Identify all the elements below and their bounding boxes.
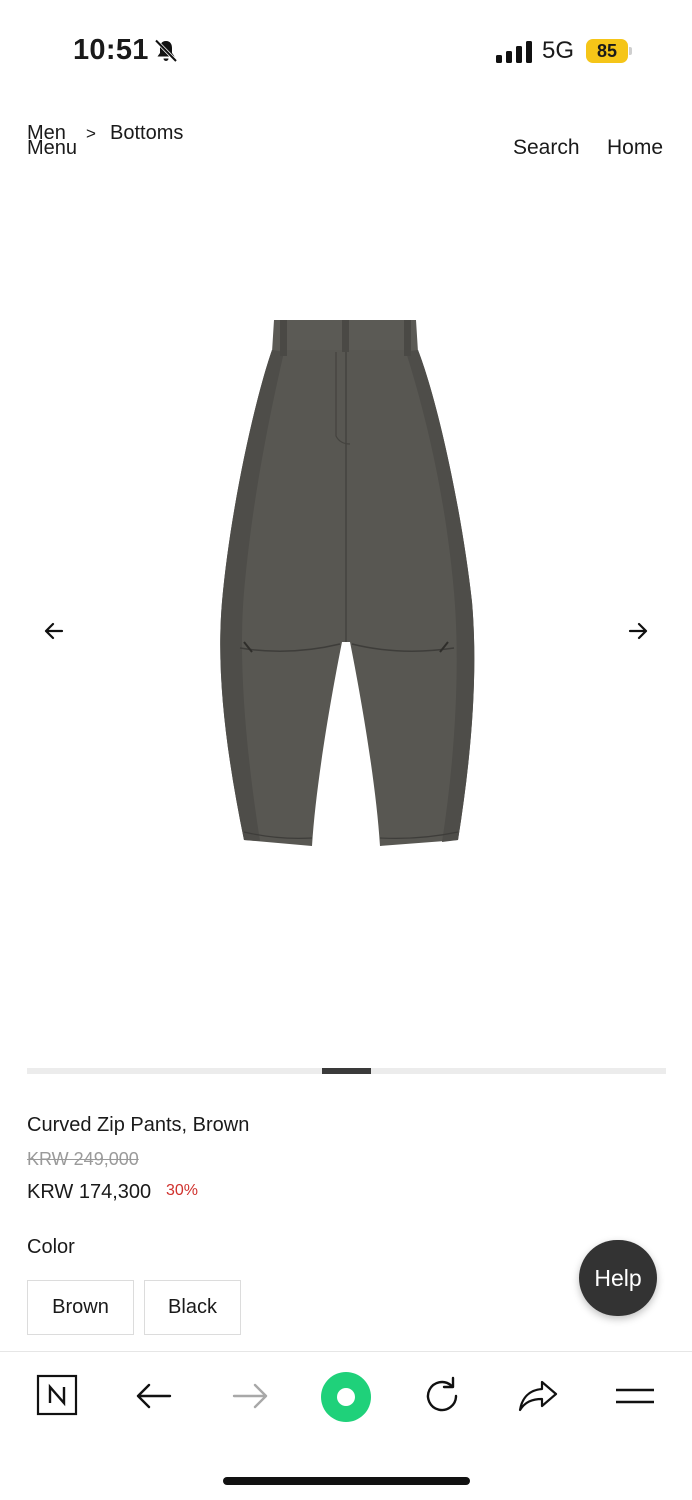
- home-link[interactable]: Home: [607, 136, 663, 160]
- help-button[interactable]: Help: [579, 1240, 657, 1316]
- gallery-progress-indicator: [321, 1068, 372, 1074]
- battery-icon: 85: [586, 39, 632, 63]
- battery-level: 85: [586, 39, 628, 63]
- search-link[interactable]: Search: [513, 136, 580, 160]
- green-home-icon[interactable]: [320, 1371, 372, 1423]
- reload-icon[interactable]: [420, 1374, 464, 1418]
- sale-price: KRW 174,300: [27, 1181, 152, 1203]
- home-indicator: [223, 1477, 470, 1485]
- product-name: Curved Zip Pants, Brown: [27, 1114, 250, 1136]
- naver-n-icon[interactable]: [36, 1374, 78, 1416]
- breadcrumb-separator: >: [86, 124, 96, 143]
- breadcrumb-bottoms-link[interactable]: Bottoms: [110, 122, 183, 145]
- arrow-left-icon[interactable]: [40, 617, 68, 645]
- pants-product-image[interactable]: [210, 312, 482, 856]
- gallery-progress-bar: [27, 1068, 666, 1074]
- signal-icon: [496, 41, 532, 63]
- color-option-black[interactable]: Black: [144, 1280, 241, 1335]
- arrow-right-icon[interactable]: [624, 617, 652, 645]
- color-label: Color: [27, 1236, 75, 1258]
- color-option-brown[interactable]: Brown: [27, 1280, 134, 1335]
- menu-button[interactable]: Menu: [27, 137, 77, 160]
- forward-arrow-icon[interactable]: [228, 1374, 272, 1418]
- share-icon[interactable]: [516, 1374, 560, 1418]
- original-price: KRW 249,000: [27, 1149, 139, 1169]
- status-time: 10:51: [73, 34, 149, 66]
- back-arrow-icon[interactable]: [132, 1374, 176, 1418]
- network-type: 5G: [542, 37, 575, 64]
- menu-icon[interactable]: [613, 1374, 657, 1418]
- silent-bell-icon: [154, 39, 178, 63]
- discount-badge: 30%: [166, 1182, 199, 1199]
